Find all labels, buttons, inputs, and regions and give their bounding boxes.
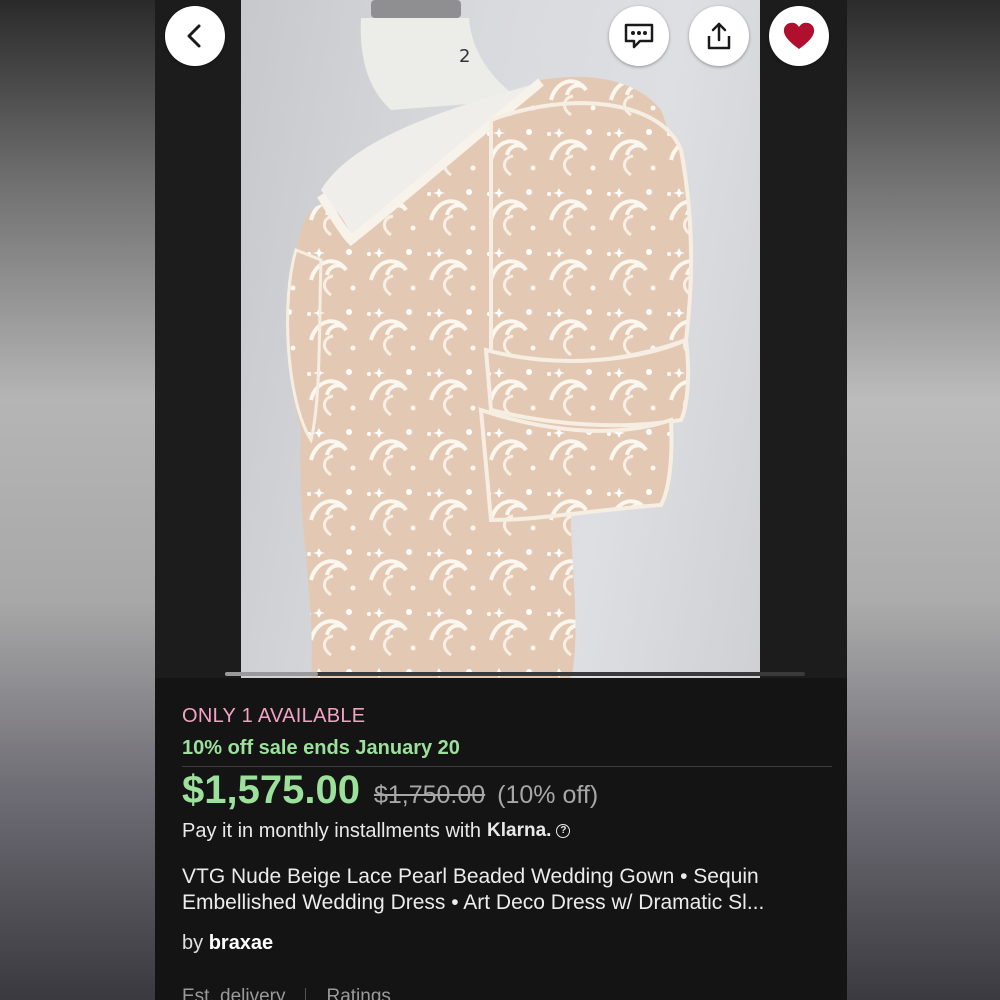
discount-label: (10% off) <box>497 781 599 809</box>
seller-row[interactable]: by braxae <box>182 928 832 958</box>
product-gallery[interactable]: 2 <box>155 0 847 678</box>
installments-row[interactable]: Pay it in monthly installments with Klar… <box>182 816 832 846</box>
product-photo[interactable]: 2 <box>241 0 760 678</box>
tab-delivery[interactable]: Est. delivery <box>182 986 285 1000</box>
original-price: $1,750.00 <box>373 781 486 809</box>
sale-price: $1,575.00 <box>182 768 360 812</box>
heart-icon <box>783 22 815 49</box>
price-row: $1,575.00 $1,750.00 (10% off) <box>182 768 832 816</box>
help-icon[interactable]: ? <box>556 824 571 838</box>
back-button[interactable] <box>165 6 225 66</box>
klarna-logo: Klarna. <box>487 820 552 841</box>
installments-text: Pay it in monthly installments with <box>182 820 482 842</box>
listing-title-line-2: Embellished Wedding Dress • Art Deco Dre… <box>182 891 765 914</box>
listing-title: VTG Nude Beige Lace Pearl Beaded Wedding… <box>182 864 822 916</box>
divider <box>182 766 832 767</box>
availability-label: ONLY 1 AVAILABLE <box>182 705 366 727</box>
backdrop-left <box>0 0 155 1000</box>
listing-info: ONLY 1 AVAILABLE 10% off sale ends Janua… <box>182 700 832 958</box>
share-icon <box>707 22 731 50</box>
message-icon <box>624 23 654 49</box>
tab-ratings[interactable]: Ratings <box>326 986 390 1000</box>
seller-name-link[interactable]: braxae <box>209 932 274 954</box>
listing-title-line-1: VTG Nude Beige Lace Pearl Beaded Wedding… <box>182 865 759 888</box>
gallery-scroll-thumb <box>225 672 318 676</box>
seller-prefix: by <box>182 932 204 954</box>
details-tabs: Est. delivery Ratings <box>182 986 391 1000</box>
gallery-scroll-indicator <box>225 672 805 676</box>
favorite-button[interactable] <box>769 6 829 66</box>
sale-notice: 10% off sale ends January 20 <box>182 737 460 759</box>
svg-text:2: 2 <box>459 46 470 67</box>
message-seller-button[interactable] <box>609 6 669 66</box>
backdrop-right <box>847 0 1000 1000</box>
app-screen: 2 ONLY 1 AVAILABLE 10% off sale ends Jan… <box>155 0 847 1000</box>
dress-image: 2 <box>286 0 693 678</box>
share-button[interactable] <box>689 6 749 66</box>
chevron-left-icon <box>187 24 201 48</box>
tab-separator <box>305 988 307 1000</box>
